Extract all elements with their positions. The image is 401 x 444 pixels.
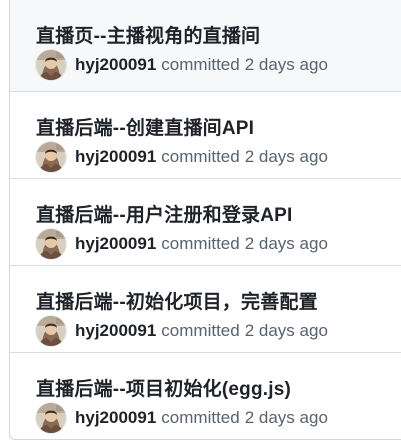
commit-author-link[interactable]: hyj200091: [75, 408, 156, 428]
commit-title-link[interactable]: 直播后端--用户注册和登录API: [36, 200, 293, 227]
commit-author-link[interactable]: hyj200091: [75, 234, 156, 254]
commit-meta: hyj200091 committed 2 days ago: [36, 50, 328, 80]
user-avatar-icon[interactable]: [36, 142, 66, 172]
commit-list: 直播页--主播视角的直播间 hyj200091 committed 2 days…: [9, 0, 401, 440]
commit-author-link[interactable]: hyj200091: [75, 321, 156, 341]
commit-action-text: committed: [161, 147, 240, 166]
commit-row[interactable]: 直播后端--用户注册和登录API hyj200091 committed 2 d…: [10, 178, 401, 265]
commit-author-link[interactable]: hyj200091: [75, 147, 156, 167]
user-avatar-icon[interactable]: [36, 403, 66, 433]
commit-time: 2 days ago: [244, 321, 328, 340]
commit-meta: hyj200091 committed 2 days ago: [36, 316, 328, 346]
commit-meta: hyj200091 committed 2 days ago: [36, 142, 328, 172]
commit-time: 2 days ago: [244, 234, 328, 253]
commit-author-link[interactable]: hyj200091: [75, 55, 156, 75]
commit-time: 2 days ago: [244, 147, 328, 166]
commit-row[interactable]: 直播后端--创建直播间API hyj200091 committed 2 day…: [10, 91, 401, 178]
commit-title-link[interactable]: 直播后端--创建直播间API: [36, 113, 254, 140]
commit-meta: hyj200091 committed 2 days ago: [36, 229, 328, 259]
commit-action-text: committed: [161, 55, 240, 74]
commit-title-link[interactable]: 直播后端--项目初始化(egg.js): [36, 374, 291, 401]
commit-meta: hyj200091 committed 2 days ago: [36, 403, 328, 433]
commit-title-link[interactable]: 直播页--主播视角的直播间: [36, 21, 260, 48]
commit-action-text: committed: [161, 408, 240, 427]
commit-title-link[interactable]: 直播后端--初始化项目，完善配置: [36, 287, 318, 314]
commit-action-text: committed: [161, 321, 240, 340]
commit-time: 2 days ago: [244, 408, 328, 427]
commit-row[interactable]: 直播后端--初始化项目，完善配置 hyj200091 committed 2 d…: [10, 265, 401, 352]
commit-row[interactable]: 直播后端--项目初始化(egg.js) hyj200091 committed …: [10, 352, 401, 439]
user-avatar-icon[interactable]: [36, 229, 66, 259]
commit-time: 2 days ago: [244, 55, 328, 74]
user-avatar-icon[interactable]: [36, 50, 66, 80]
commit-action-text: committed: [161, 234, 240, 253]
user-avatar-icon[interactable]: [36, 316, 66, 346]
commit-row[interactable]: 直播页--主播视角的直播间 hyj200091 committed 2 days…: [10, 0, 401, 91]
